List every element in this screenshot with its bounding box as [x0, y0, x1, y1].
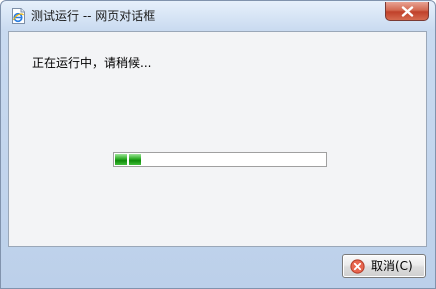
- ie-page-icon: [12, 8, 25, 24]
- progress-fill: [115, 154, 141, 165]
- progress-chunk: [115, 154, 127, 165]
- window-title: 测试运行 -- 网页对话框: [31, 9, 156, 23]
- title-bar[interactable]: 测试运行 -- 网页对话框: [1, 1, 435, 31]
- status-message: 正在运行中，请稍候...: [32, 56, 152, 70]
- dialog-content: 正在运行中，请稍候...: [8, 31, 427, 247]
- cancel-button[interactable]: 取消(C): [342, 254, 426, 278]
- close-icon: [401, 6, 414, 17]
- progress-chunk: [129, 154, 141, 165]
- progress-bar: [113, 152, 327, 167]
- cancel-x-icon: [350, 259, 365, 274]
- dialog-footer: 取消(C): [1, 247, 435, 288]
- dialog-window: 测试运行 -- 网页对话框 正在运行中，请稍候... 取消(C): [0, 0, 436, 289]
- cancel-button-label: 取消(C): [371, 259, 413, 273]
- close-button[interactable]: [385, 2, 429, 21]
